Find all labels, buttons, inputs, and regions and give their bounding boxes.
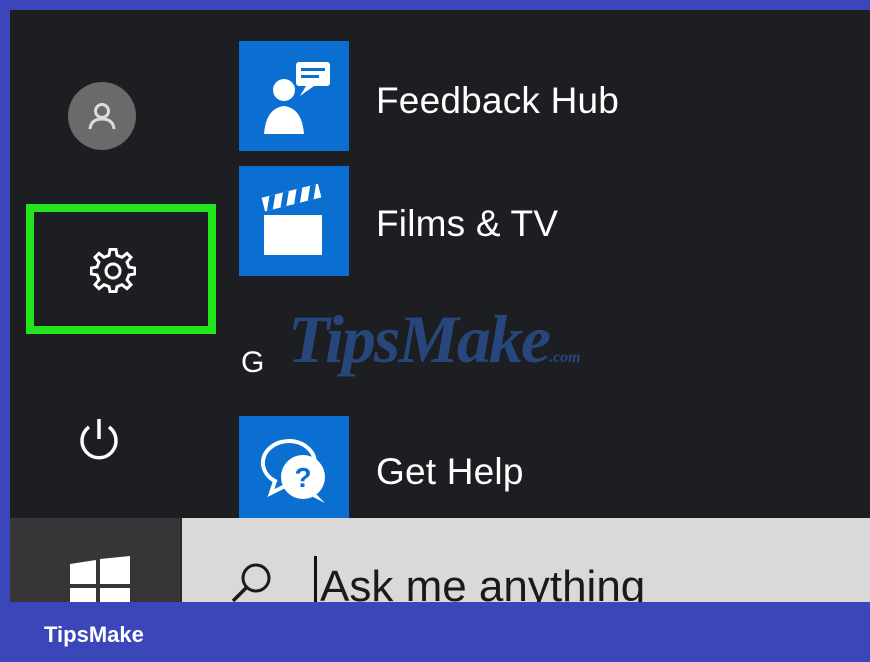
app-label-feedback-hub[interactable]: Feedback Hub <box>376 80 619 122</box>
svg-text:?: ? <box>294 462 311 493</box>
films-tv-icon <box>261 183 322 255</box>
start-menu: Feedback Hub Films & TV G TipsMake.com ?… <box>10 10 870 602</box>
settings-button[interactable] <box>26 204 216 334</box>
feedback-hub-tile[interactable] <box>239 41 349 151</box>
text-caret <box>314 556 317 602</box>
app-label-get-help[interactable]: Get Help <box>376 451 524 493</box>
gear-icon <box>90 248 136 294</box>
account-avatar[interactable] <box>68 82 136 150</box>
watermark: TipsMake.com <box>288 301 581 377</box>
windows-icon <box>70 556 130 602</box>
get-help-icon: ? <box>260 439 325 503</box>
user-icon <box>88 103 116 130</box>
start-rail <box>10 10 230 518</box>
start-button[interactable] <box>10 518 180 602</box>
branding-label: TipsMake <box>44 622 144 647</box>
films-tv-tile[interactable] <box>239 166 349 276</box>
section-header-g[interactable]: G <box>241 346 264 380</box>
get-help-tile[interactable]: ? <box>239 416 349 520</box>
power-icon[interactable] <box>74 414 124 464</box>
app-label-films-tv[interactable]: Films & TV <box>376 203 558 245</box>
search-box[interactable]: Ask me anything <box>182 518 870 602</box>
feedback-hub-icon <box>264 62 330 134</box>
search-placeholder: Ask me anything <box>320 562 646 602</box>
taskbar: Ask me anything <box>10 518 870 602</box>
search-icon <box>231 563 271 602</box>
